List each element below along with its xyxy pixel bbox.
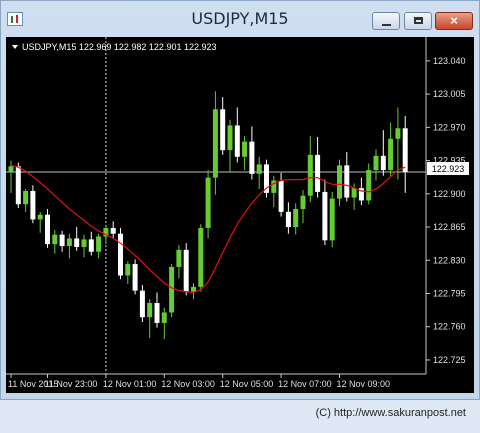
candle-body	[220, 109, 226, 151]
maximize-button[interactable]	[404, 12, 432, 30]
candle-body	[293, 209, 299, 228]
candle-body	[256, 164, 262, 174]
price-axis-label: 122.760	[433, 322, 466, 332]
chart-header: USDJPY,M15 122.969 122.982 122.901 122.9…	[22, 42, 217, 52]
current-price-label: 122.923	[432, 164, 465, 174]
candle-body	[337, 165, 342, 199]
candle-body	[212, 109, 218, 178]
price-axis-label: 123.040	[433, 56, 466, 66]
time-axis-label: 12 Nov 07:00	[278, 379, 332, 389]
price-axis-label: 122.725	[433, 355, 466, 365]
candle-body	[234, 125, 240, 157]
candle-body	[351, 188, 357, 198]
title-bar[interactable]: USDJPY,M15 ×	[1, 1, 479, 37]
price-axis-label: 122.865	[433, 222, 466, 232]
close-button[interactable]: ×	[435, 12, 473, 30]
candle-body	[395, 128, 401, 139]
chart-window: USDJPY,M15 × 123.040 123.005 122.970 122.93…	[0, 0, 480, 400]
candle-body	[366, 170, 372, 201]
candle-body	[198, 227, 204, 287]
candle-body	[227, 125, 233, 151]
candle-body	[176, 249, 182, 267]
time-axis-label: 12 Nov 01:00	[103, 379, 157, 389]
candle-body	[249, 141, 255, 174]
candle-body	[52, 234, 58, 245]
candle-body	[139, 290, 145, 318]
price-axis-label: 122.830	[433, 255, 466, 265]
candle-body	[30, 190, 36, 220]
candle-body	[278, 180, 284, 212]
minimize-button[interactable]	[372, 12, 400, 30]
price-axis-label: 122.970	[433, 122, 466, 132]
candle-body	[161, 312, 167, 323]
candle-body	[322, 191, 328, 241]
candle-body	[315, 154, 321, 192]
footer-credit: (C) http://www.sakuranpost.net	[315, 407, 466, 419]
candle-body	[81, 239, 87, 247]
header-arrow-icon	[12, 45, 18, 49]
candle-body	[300, 195, 306, 209]
candle-body	[307, 154, 313, 196]
candle-body	[8, 166, 14, 172]
candle-body	[402, 128, 408, 172]
price-axis-label: 122.795	[433, 288, 466, 298]
price-axis-label: 122.900	[433, 189, 466, 199]
maximize-icon	[414, 17, 423, 24]
close-icon: ×	[450, 13, 458, 28]
time-axis-label: 12 Nov 05:00	[220, 379, 274, 389]
candle-body	[110, 227, 116, 234]
candle-body	[388, 138, 394, 171]
minimize-icon	[382, 24, 391, 26]
time-axis-label: 12 Nov 03:00	[161, 379, 215, 389]
time-axis-label: 12 Nov 09:00	[337, 379, 391, 389]
candle-body	[74, 238, 80, 247]
candle-body	[205, 177, 211, 228]
candle-body	[132, 264, 138, 291]
candle-body	[118, 233, 123, 276]
candle-body	[242, 141, 248, 157]
candle-body	[88, 239, 94, 252]
candle-body	[169, 266, 175, 313]
candle-body	[154, 302, 160, 323]
candle-body	[380, 155, 386, 171]
candle-body	[37, 214, 43, 220]
candle-body	[191, 286, 196, 292]
candle-body	[96, 236, 102, 252]
candle-body	[125, 264, 131, 276]
current-price-box: 122.923	[427, 162, 469, 175]
candle-body	[45, 214, 50, 245]
candle-body	[329, 198, 335, 241]
candle-body	[183, 249, 189, 292]
candle-body	[147, 302, 153, 318]
candle-body	[373, 155, 379, 171]
candle-body	[23, 190, 29, 205]
chart-area[interactable]: 123.040 123.005 122.970 122.935 122.900 122.8…	[6, 37, 474, 393]
candle-body	[285, 211, 291, 228]
time-axis-label: 11 Nov 23:00	[45, 379, 98, 389]
candle-body	[66, 238, 72, 247]
candle-body	[15, 166, 21, 205]
candle-body	[59, 234, 65, 247]
price-axis-label: 123.005	[433, 89, 466, 99]
candle-body	[344, 165, 350, 198]
price-chart[interactable]: 123.040123.005122.970122.935122.900122.8…	[6, 37, 474, 393]
